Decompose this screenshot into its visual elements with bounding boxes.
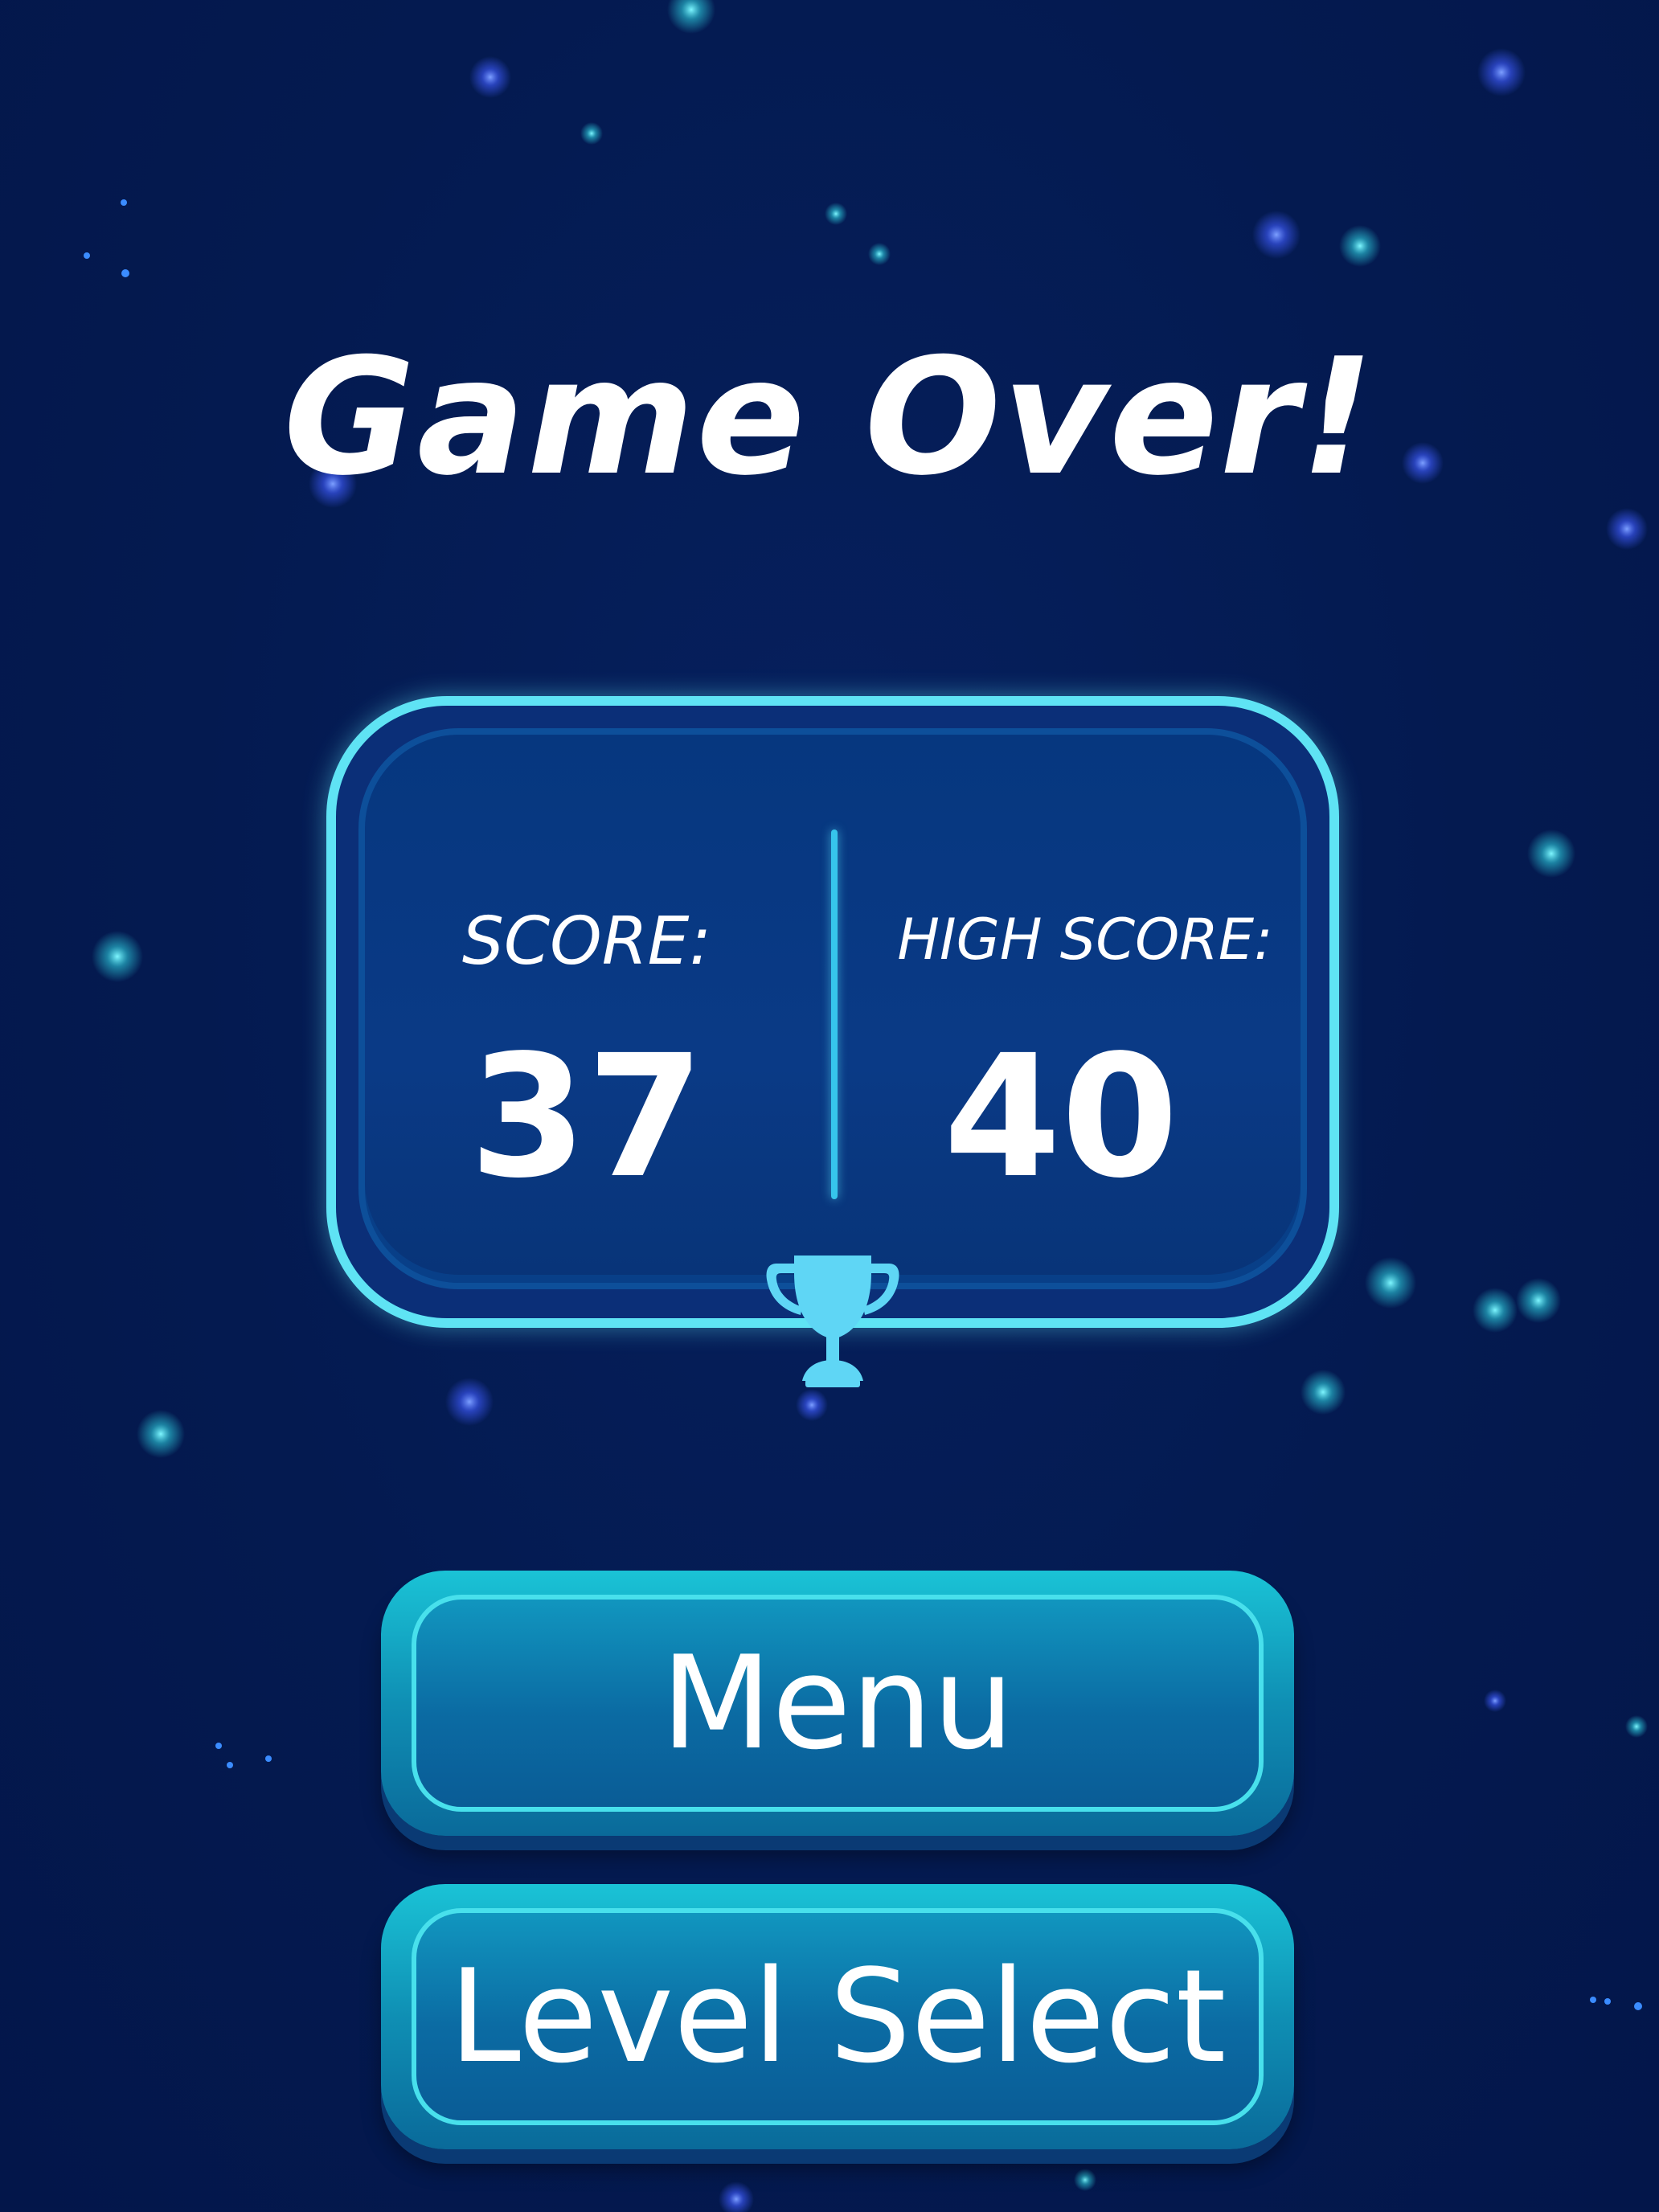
menu-button[interactable]: Menu (381, 1571, 1294, 1836)
menu-button-face[interactable]: Menu (412, 1595, 1264, 1812)
trophy-icon (766, 1256, 899, 1387)
game-over-title: Game Over! (283, 324, 1376, 511)
score-divider (831, 830, 838, 1199)
level-select-button-face[interactable]: Level Select (412, 1908, 1264, 2125)
level-select-button[interactable]: Level Select (381, 1884, 1294, 2149)
menu-button-label: Menu (661, 1628, 1014, 1778)
level-select-button-label: Level Select (449, 1941, 1227, 2091)
high-score-value: 40 (943, 1018, 1179, 1215)
score-label: SCORE: (461, 903, 712, 980)
high-score-label: HIGH SCORE: (897, 907, 1273, 973)
score-value: 37 (469, 1018, 705, 1215)
